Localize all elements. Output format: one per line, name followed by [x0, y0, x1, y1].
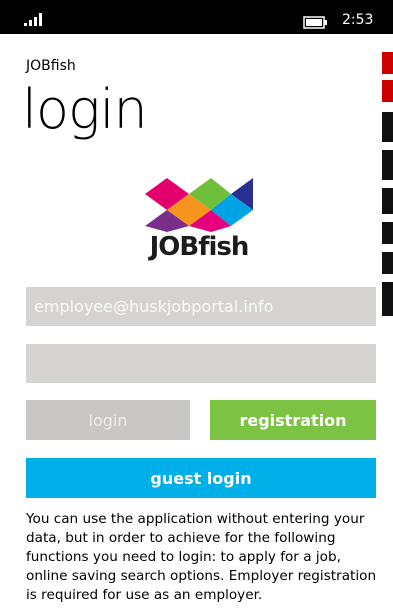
guest-login-button[interactable]: guest login: [26, 458, 376, 498]
info-text: You can use the application without ente…: [26, 511, 377, 603]
clock: 2:53: [342, 12, 374, 28]
jobfish-logo: JOBfish: [145, 178, 253, 270]
password-field[interactable]: [26, 344, 376, 383]
logo-mark-icon: [145, 178, 253, 232]
page-title: login: [22, 78, 148, 141]
app-name: JOBfish: [26, 58, 76, 74]
battery-icon: [303, 16, 327, 29]
side-debug-strip: [382, 52, 393, 316]
status-bar: 2:53: [0, 0, 393, 34]
signal-strength-icon: [24, 13, 42, 26]
email-field[interactable]: [26, 287, 376, 326]
login-button[interactable]: login: [26, 400, 190, 440]
registration-button[interactable]: registration: [210, 400, 376, 440]
logo-text: JOBfish: [149, 232, 250, 262]
